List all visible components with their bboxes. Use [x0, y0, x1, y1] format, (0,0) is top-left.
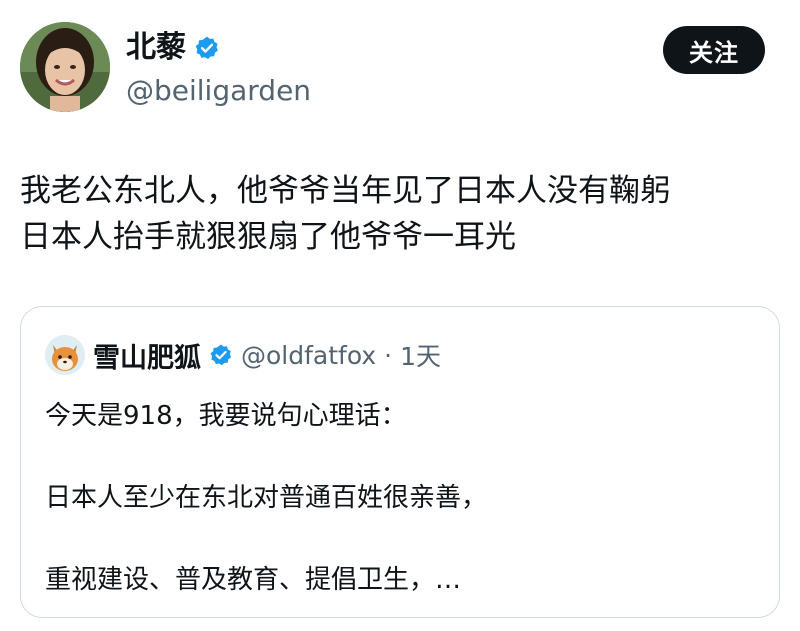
quoted-author-handle[interactable]: @oldfatfox: [241, 341, 376, 370]
quoted-author-display-name[interactable]: 雪山肥狐: [93, 336, 201, 375]
follow-button[interactable]: 关注: [663, 26, 765, 74]
quoted-tweet-header: 雪山肥狐 @oldfatfox · 1天: [45, 335, 441, 375]
author-display-name[interactable]: 北藜: [126, 30, 186, 66]
tweet-text-line: 我老公东北人，他爷爷当年见了日本人没有鞠躬: [20, 173, 671, 209]
tweet-text: 我老公东北人，他爷爷当年见了日本人没有鞠躬 日本人抬手就狠狠扇了他爷爷一耳光: [20, 168, 790, 260]
quoted-text-line: 今天是918，我要说句心理话：: [45, 401, 407, 431]
quoted-text-line: 重视建设、普及教育、提倡卫生，…: [45, 565, 462, 595]
quoted-verified-badge-icon: [209, 343, 233, 367]
author-handle[interactable]: @beiligarden: [126, 74, 311, 108]
quoted-tweet-text: 今天是918，我要说句心理话： 日本人至少在东北对普通百姓很亲善， 重视建设、普…: [45, 395, 755, 601]
tweet-text-line: 日本人抬手就狠狠扇了他爷爷一耳光: [20, 219, 516, 255]
fox-avatar-icon[interactable]: [45, 335, 85, 375]
quoted-tweet-card[interactable]: 雪山肥狐 @oldfatfox · 1天 今天是918，我要说句心理话： 日本人…: [20, 306, 780, 618]
quoted-text-line: 日本人至少在东北对普通百姓很亲善，: [45, 483, 488, 513]
quoted-separator: ·: [384, 340, 393, 370]
author-name-row: 北藜: [126, 30, 220, 66]
quoted-timestamp[interactable]: 1天: [400, 337, 441, 373]
verified-badge-icon: [194, 35, 220, 61]
author-avatar[interactable]: [20, 22, 110, 112]
avatar-photo: [20, 22, 110, 112]
